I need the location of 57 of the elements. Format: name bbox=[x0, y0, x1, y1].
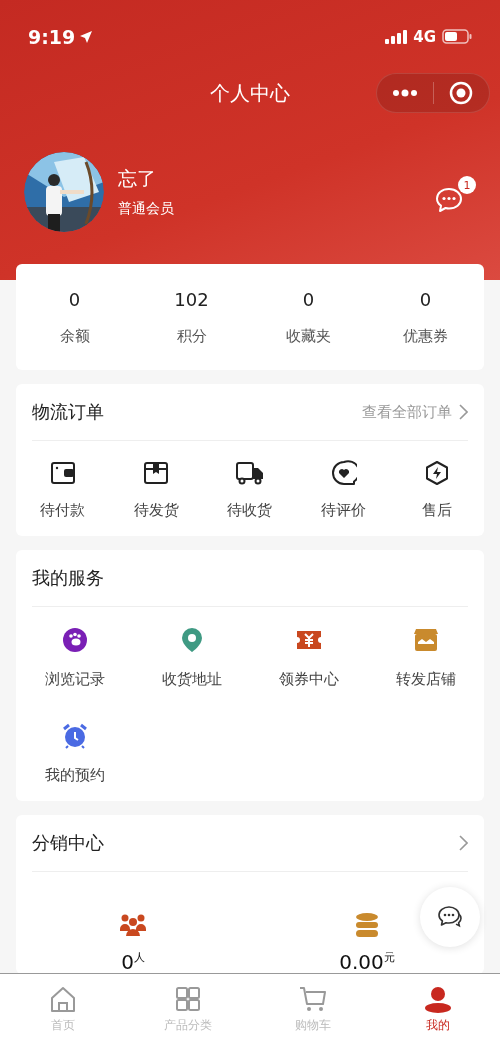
page-title: 个人中心 bbox=[210, 79, 290, 107]
member-level: 普通会员 bbox=[118, 200, 175, 218]
signal-icon bbox=[385, 29, 408, 44]
home-icon bbox=[48, 985, 77, 1013]
view-all-link[interactable] bbox=[458, 835, 468, 851]
unread-badge: 1 bbox=[458, 176, 476, 194]
chevron-right-icon bbox=[458, 404, 468, 420]
service-label[interactable]: 领券中心 bbox=[278, 668, 339, 690]
person-icon bbox=[423, 985, 452, 1013]
stat-value: 0 bbox=[419, 288, 432, 312]
heart-bubble-icon bbox=[330, 460, 357, 486]
section-title: 物流订单 bbox=[32, 400, 104, 424]
stat-label[interactable]: 余额 bbox=[59, 325, 90, 347]
network-type: 4G bbox=[413, 27, 436, 46]
clock-time: 9:19 bbox=[28, 25, 76, 48]
ticket-icon bbox=[295, 629, 322, 651]
order-status-label[interactable]: 待评价 bbox=[321, 499, 367, 521]
location-arrow-icon bbox=[79, 29, 94, 44]
grid-icon bbox=[173, 985, 202, 1013]
tab-item[interactable]: 我的 bbox=[375, 974, 500, 1045]
chat-bubble-icon bbox=[434, 186, 464, 214]
package-icon bbox=[143, 460, 170, 486]
storefront-icon bbox=[412, 628, 439, 652]
chat-bubble-icon bbox=[437, 905, 463, 929]
order-status-label[interactable]: 待发货 bbox=[133, 499, 179, 521]
truck-icon bbox=[235, 460, 265, 486]
order-status-label[interactable]: 待付款 bbox=[40, 499, 86, 521]
dots-icon bbox=[390, 89, 419, 97]
service-label[interactable]: 转发店铺 bbox=[395, 668, 456, 690]
target-icon bbox=[449, 81, 474, 105]
stat-value: 0 bbox=[302, 288, 315, 312]
order-status-label[interactable]: 待收货 bbox=[227, 499, 273, 521]
stat-label[interactable]: 积分 bbox=[176, 325, 207, 347]
wallet-icon bbox=[49, 460, 76, 486]
cart-icon bbox=[298, 985, 327, 1013]
stat-value: 102 bbox=[174, 288, 209, 312]
battery-icon bbox=[442, 29, 472, 44]
stat-value: 0 bbox=[68, 288, 81, 312]
distribution-value: 0$^{人}$ bbox=[121, 948, 145, 973]
alarm-clock-icon bbox=[61, 723, 88, 749]
service-label[interactable]: 浏览记录 bbox=[44, 668, 105, 690]
distribution-value: 0.00$^{元}$ bbox=[339, 948, 395, 973]
chevron-right-icon bbox=[458, 835, 468, 851]
service-label[interactable]: 我的预约 bbox=[44, 764, 105, 786]
people-icon bbox=[119, 913, 147, 937]
stat-label[interactable]: 优惠券 bbox=[403, 325, 448, 347]
coin-stack-icon bbox=[354, 912, 380, 938]
section-title: 我的服务 bbox=[32, 566, 104, 590]
service-label[interactable]: 收货地址 bbox=[161, 668, 222, 690]
paw-icon bbox=[62, 628, 87, 652]
user-name: 忘了 bbox=[118, 166, 157, 191]
message-button[interactable] bbox=[434, 186, 464, 214]
location-pin-icon bbox=[180, 627, 203, 653]
stat-label[interactable]: 收藏夹 bbox=[286, 325, 331, 347]
lightning-icon bbox=[424, 460, 451, 486]
section-title: 分销中心 bbox=[32, 831, 104, 855]
order-status-label[interactable]: 售后 bbox=[422, 499, 453, 521]
